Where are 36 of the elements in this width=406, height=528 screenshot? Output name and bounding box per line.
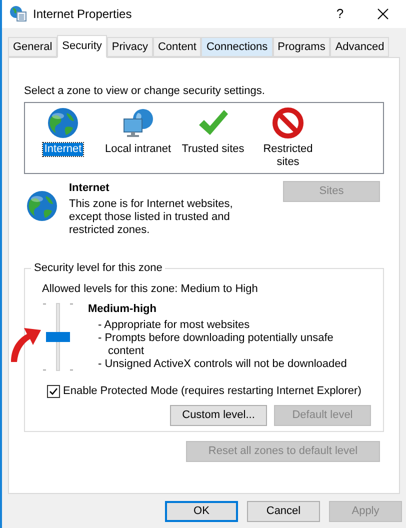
zone-item[interactable]: Trusted sites (177, 106, 249, 156)
tab[interactable]: Programs (272, 37, 330, 57)
checkbox-label: Enable Protected Mode (requires restarting Internet Explorer) (63, 384, 362, 399)
allowed-levels-text: Allowed levels for this zone: Medium to High (42, 282, 259, 296)
help-button[interactable]: ? (320, 0, 360, 28)
zone-item[interactable]: Internet (27, 106, 99, 156)
globe-icon (47, 106, 79, 138)
tab[interactable]: Privacy (106, 37, 153, 57)
instruction-text: Select a zone to view or change security settings. (24, 84, 266, 99)
cancel-button[interactable]: Cancel (247, 501, 320, 522)
slider-track[interactable] (46, 303, 70, 371)
close-icon (377, 8, 389, 20)
tab[interactable]: Content (152, 37, 202, 57)
monitor-globe-icon (122, 106, 154, 138)
level-bullet: - Appropriate for most websites (98, 318, 251, 332)
custom-level-button[interactable]: Custom level... (170, 404, 267, 426)
tab[interactable]: Connections (201, 37, 273, 57)
prohibited-icon (272, 106, 304, 138)
tab[interactable]: Advanced (330, 37, 390, 57)
ok-button[interactable]: OK (165, 501, 238, 522)
group-label: Security level for this zone (31, 260, 166, 274)
level-bullet: - Unsigned ActiveX controls will not be downloaded (98, 358, 348, 370)
globe-icon (26, 190, 56, 220)
slider-thumb[interactable] (46, 332, 70, 342)
slider-ticks (43, 301, 73, 373)
tab[interactable]: Security (57, 35, 107, 58)
zone-item[interactable]: Local intranet (102, 106, 174, 156)
level-bullet: - Prompts before downloading potentially unsafe content (98, 332, 334, 358)
checkbox[interactable] (47, 384, 60, 398)
zone-description: This zone is for Internet websites, except those listed in trusted and restricted zones. (69, 198, 234, 237)
window-title: Internet Properties (33, 6, 133, 23)
zone-title: Internet (69, 180, 110, 196)
app-icon (9, 5, 27, 23)
zone-item[interactable]: Restricted sites (252, 106, 324, 168)
level-name: Medium-high (88, 302, 158, 317)
tab[interactable]: General (8, 37, 58, 57)
